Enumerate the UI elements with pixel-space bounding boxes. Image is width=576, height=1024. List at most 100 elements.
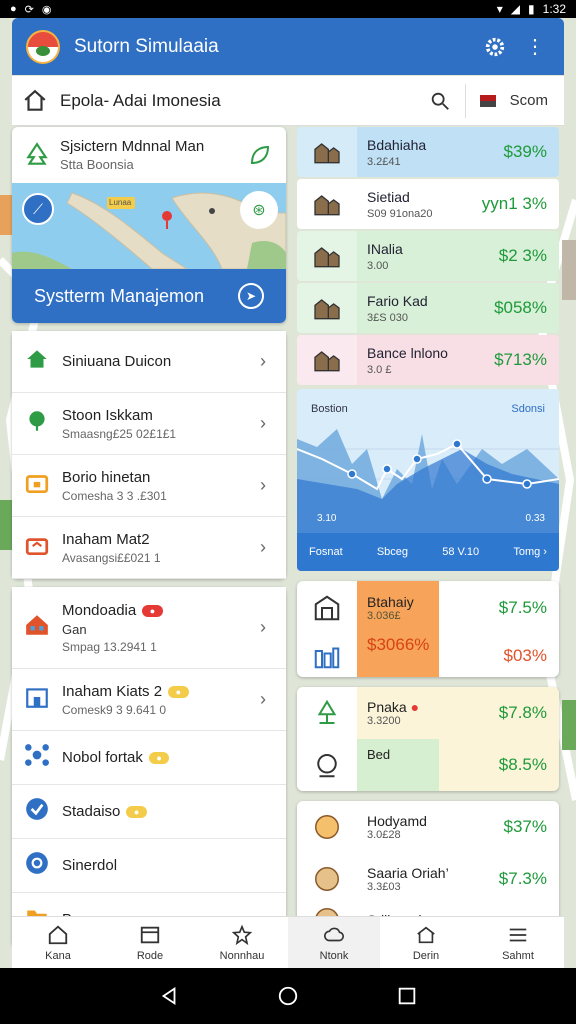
list-item[interactable]: Nobol fortak ●	[12, 731, 286, 785]
map-icon	[140, 926, 160, 943]
layers-button[interactable]: ⊛	[240, 191, 278, 229]
search-bar[interactable]: Epola- Adai Imonesia Scom	[12, 76, 564, 126]
group3-row[interactable]: Saaria Oriah’ 3.3£03 $7.3%	[297, 853, 559, 905]
shop-icon	[24, 470, 62, 501]
stat-title: Sietiad	[367, 188, 410, 205]
flag-icon	[479, 94, 496, 107]
chart-footer-3[interactable]: 58 V.10	[442, 546, 479, 558]
list-item-title: Inaham Mat2	[62, 530, 150, 548]
leaf-icon[interactable]	[248, 143, 272, 167]
status-badge: ●	[142, 604, 163, 617]
stats-group-3[interactable]: Hodyamd 3.0£28 $37% Saaria Oriah’ 3.3£03 $7.3…	[297, 801, 559, 935]
nav-tab[interactable]: Derin	[380, 917, 472, 968]
stat-row[interactable]: Bdahiaha 3.2£41 $39%	[297, 127, 559, 177]
stats-group-2[interactable]: Pnaka ● 3.3200 $7.8% Bed $8.5%	[297, 687, 559, 791]
tree-icon	[317, 699, 337, 724]
list-item-subtitle: Comesha 3 3 .£301	[62, 488, 167, 503]
map-preview[interactable]: Lunaa ⟋ ⊛	[12, 183, 286, 269]
chevron-right-icon: ›	[260, 351, 266, 371]
home-icon[interactable]	[22, 88, 48, 114]
stat-percent: $713%	[494, 350, 547, 369]
list-item[interactable]: Stadaiso ●	[12, 785, 286, 839]
house-icon	[24, 346, 62, 377]
bottom-navigation: Kana Rode Nonnhau Ntonk Derin Sahmt	[12, 916, 564, 968]
list-item-title: Siniuana Duicon	[62, 353, 172, 370]
chart-footer-4[interactable]: Tomg ›	[513, 546, 547, 558]
group1-title: Btahaiy	[367, 594, 414, 610]
app-bar: Sutorn Simulaaia ⋮	[12, 18, 564, 75]
group1-sub: 3.036£	[367, 610, 401, 622]
system-management-label: Systterm Manajemon	[34, 285, 205, 306]
search-icon[interactable]	[429, 90, 451, 112]
settings-gear-icon[interactable]	[480, 32, 510, 62]
chart-x-left: 3.10	[317, 513, 337, 524]
stat-title: Bdahiaha	[367, 136, 427, 153]
trend-chart[interactable]: Bostion Sdonsi 3.10 0.33 Fosnat Sbceg 58…	[297, 389, 559, 571]
stat-title: INalia	[367, 240, 403, 257]
list-item[interactable]: Inaham Mat2 Avasangsi££021 1 ›	[12, 517, 286, 579]
list-item-title: Mondoadia ●	[62, 602, 260, 619]
group2-sub2: Bed	[367, 747, 391, 762]
nav-tab[interactable]: Ntonk	[288, 917, 380, 968]
village-icon	[297, 127, 357, 177]
target-icon	[24, 850, 62, 881]
nav-tab[interactable]: Rode	[104, 917, 196, 968]
check-icon	[24, 796, 62, 827]
compass-button[interactable]: ⟋	[22, 193, 54, 225]
battery-icon: ▮	[528, 2, 535, 16]
stat-row[interactable]: INalia 3.00 $2 3%	[297, 231, 559, 281]
chart-footer-1[interactable]: Fosnat	[309, 546, 343, 558]
right-column: Bdahiaha 3.2£41 $39% Sietiad S09 91ona20 yyn1…	[297, 127, 559, 935]
left-list-2: Mondoadia ● Gan Smpag 13.2941 1 › Inaham Ki…	[12, 587, 286, 947]
nav-tab[interactable]: Nonnhau	[196, 917, 288, 968]
signal-icon: ◢	[510, 2, 521, 16]
nav-tab-label: Sahmt	[502, 949, 534, 962]
home-circle-icon[interactable]	[277, 985, 299, 1007]
stat-row[interactable]: Sietiad S09 91ona20 yyn1 3%	[297, 179, 559, 229]
status-badge: ●	[148, 752, 170, 765]
list-item[interactable]: Sinerdol	[12, 839, 286, 893]
nav-tab[interactable]: Kana	[12, 917, 104, 968]
system-card-header[interactable]: Sjsictern Mdnnal Man Stta Boonsia	[12, 127, 286, 183]
clock: 1:32	[542, 2, 566, 16]
stats-group-1[interactable]: Btahaiy 3.036£ $7.5% $3066% $03%	[297, 581, 559, 677]
group3-subtitle: 3.0£28	[367, 829, 401, 841]
star-icon	[231, 924, 253, 945]
scan-button[interactable]: Scom	[510, 92, 548, 109]
tree-icon	[26, 142, 48, 165]
stat-subtitle: S09 91ona20	[367, 207, 433, 220]
nav-tab-label: Nonnhau	[219, 949, 265, 962]
recents-icon[interactable]	[396, 985, 418, 1007]
back-icon[interactable]	[158, 985, 180, 1007]
notification-icon-2: ◉	[41, 3, 52, 16]
stat-row[interactable]: Fario Kad 3£S 030 $058%	[297, 283, 559, 333]
system-management-button[interactable]: Systterm Manajemon ➤	[12, 269, 286, 323]
list-item[interactable]: Borio hinetan Comesha 3 3 .£301 ›	[12, 455, 286, 517]
barn-icon	[314, 595, 340, 621]
group1-pct: $7.5%	[498, 598, 547, 617]
list-item-subtitle: Smaasng£25 02£1£1	[62, 426, 177, 441]
list-item[interactable]: Mondoadia ● Gan Smpag 13.2941 1 ›	[12, 587, 286, 669]
overflow-menu-icon[interactable]: ⋮	[520, 32, 550, 62]
nav-tab-label: Ntonk	[319, 949, 349, 962]
wifi-icon: ▾	[496, 2, 503, 16]
lamp-icon	[317, 754, 337, 778]
nav-tab[interactable]: Sahmt	[472, 917, 564, 968]
stat-percent: $058%	[494, 298, 547, 317]
chevron-right-icon: ›	[260, 413, 266, 433]
list-item-subtitle: Smpag 13.2941 1	[62, 639, 157, 654]
stats-list: Bdahiaha 3.2£41 $39% Sietiad S09 91ona20 yyn1…	[297, 127, 559, 385]
group3-row[interactable]: Hodyamd 3.0£28 $37%	[297, 801, 559, 853]
chart-footer-2[interactable]: Sbceg	[377, 546, 408, 558]
stat-percent: $39%	[503, 142, 547, 161]
notification-icon: ●	[10, 3, 17, 15]
status-badge: ●	[168, 685, 189, 698]
list-item[interactable]: Stoon Iskkam Smaasng£25 02£1£1 ›	[12, 393, 286, 455]
stat-percent: $2 3%	[498, 246, 547, 265]
nav-tab-label: Derin	[412, 949, 440, 962]
list-item-title: Stadaiso ●	[62, 803, 274, 820]
search-input[interactable]: Epola- Adai Imonesia	[60, 91, 429, 111]
stat-row[interactable]: Bance lnlono 3.0 £ $713%	[297, 335, 559, 385]
list-item[interactable]: Siniuana Duicon ›	[12, 331, 286, 393]
list-item[interactable]: Inaham Kiats 2 ● Comesk9 3 9.641 0 ›	[12, 669, 286, 731]
